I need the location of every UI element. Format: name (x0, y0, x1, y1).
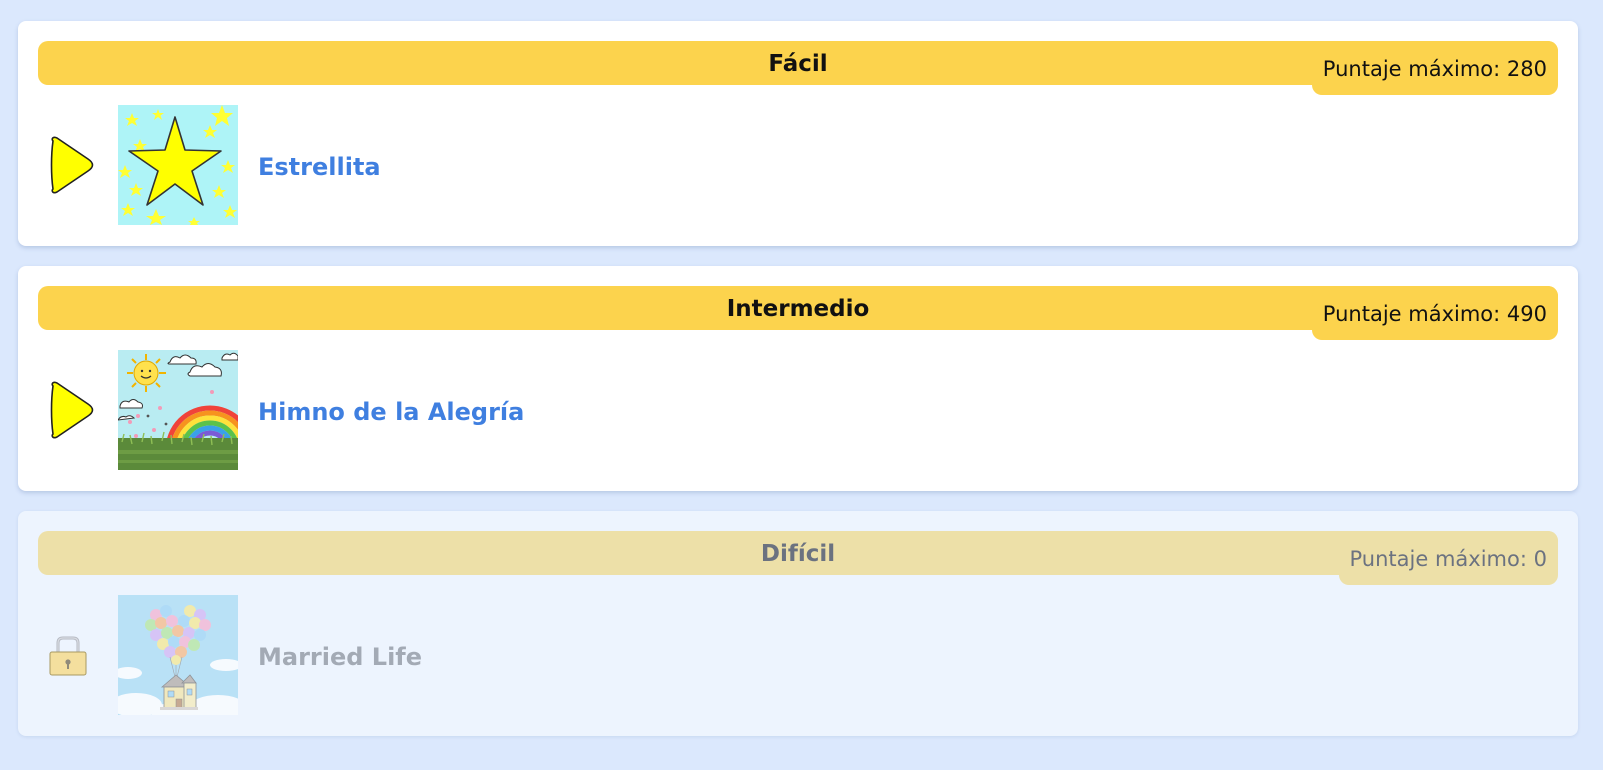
level-header: Fácil Puntaje máximo: 280 (38, 41, 1558, 95)
song-row: Himno de la Alegría (18, 350, 1578, 470)
level-card-intermediate: Intermedio Puntaje máximo: 490 Himno de … (18, 266, 1578, 491)
high-score-label: Puntaje máximo: (1322, 57, 1501, 81)
high-score-label: Puntaje máximo: (1322, 302, 1501, 326)
level-card-easy: Fácil Puntaje máximo: 280 Estrellita (18, 21, 1578, 246)
high-score-value: 280 (1506, 57, 1547, 81)
song-row: Estrellita (18, 105, 1578, 225)
high-score-label: Puntaje máximo: (1349, 547, 1527, 571)
level-header: Difícil Puntaje máximo: 0 (38, 531, 1558, 585)
play-icon (50, 136, 94, 194)
rainbow-thumbnail (118, 350, 238, 470)
level-title: Difícil (760, 541, 836, 567)
high-score-value: 0 (1533, 547, 1547, 571)
star-thumbnail (118, 105, 238, 225)
song-title-link[interactable]: Himno de la Alegría (258, 350, 524, 470)
play-button[interactable] (48, 380, 96, 440)
high-score-badge: Puntaje máximo: 0 (1338, 531, 1558, 585)
play-icon (50, 381, 94, 439)
high-score-badge: Puntaje máximo: 490 (1311, 286, 1558, 340)
song-row: Married Life (18, 595, 1578, 715)
level-list: Fácil Puntaje máximo: 280 Estrellita Int… (18, 21, 1578, 756)
song-title-locked: Married Life (258, 643, 423, 671)
balloon-house-thumbnail (118, 595, 238, 715)
high-score-value: 490 (1506, 302, 1547, 326)
level-card-hard: Difícil Puntaje máximo: 0 Married Life (18, 511, 1578, 736)
song-title-link[interactable]: Estrellita (258, 105, 381, 225)
lock-icon (48, 635, 88, 677)
play-button[interactable] (48, 135, 96, 195)
level-header: Intermedio Puntaje máximo: 490 (38, 286, 1558, 340)
high-score-badge: Puntaje máximo: 280 (1311, 41, 1558, 95)
